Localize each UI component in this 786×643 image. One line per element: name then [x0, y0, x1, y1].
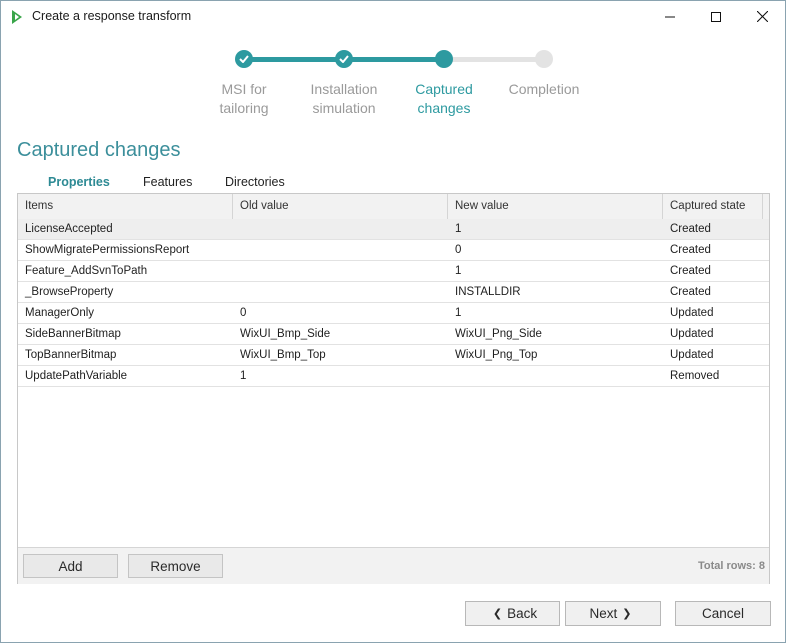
table-row[interactable]: ManagerOnly 0 1 Updated — [18, 303, 769, 324]
back-button-label: Back — [507, 606, 538, 621]
table-row[interactable]: LicenseAccepted 1 Created — [18, 219, 769, 240]
cell-old-value — [233, 240, 448, 260]
cell-item: UpdatePathVariable — [25, 370, 128, 382]
title-bar: Create a response transform — [1, 1, 785, 32]
step-4-indicator — [535, 50, 553, 68]
column-header-captured-state[interactable]: Captured state — [663, 194, 763, 219]
step-1-indicator — [235, 50, 253, 68]
cell-old-value: 1 — [240, 370, 247, 382]
cell-new-value: 1 — [455, 307, 462, 319]
column-header-new-value[interactable]: New value — [448, 194, 663, 219]
total-rows-label: Total rows: 8 — [697, 560, 765, 572]
chevron-left-icon: ❮ — [492, 608, 503, 620]
step-1-label: MSI for tailoring — [219, 81, 269, 116]
cell-item: SideBannerBitmap — [25, 328, 121, 340]
properties-table: Items Old value New value Captured state… — [17, 193, 770, 584]
cancel-button-label: Cancel — [701, 606, 745, 621]
cell-old-value: WixUI_Bmp_Side — [240, 328, 331, 340]
add-button[interactable]: Add — [23, 554, 118, 578]
column-header-items[interactable]: Items — [18, 194, 233, 219]
next-button-label: Next — [589, 606, 618, 621]
page-title: Captured changes — [17, 139, 181, 161]
dialog-window: Create a response transform MSI for tailo… — [0, 0, 786, 643]
cell-new-value: WixUI_Png_Top — [455, 349, 538, 361]
cell-old-value: 0 — [240, 307, 247, 319]
cell-item: _BrowseProperty — [25, 286, 114, 298]
table-row[interactable]: TopBannerBitmap WixUI_Bmp_Top WixUI_Png_… — [18, 345, 769, 366]
step-3-label: Captured changes — [415, 81, 473, 116]
table-row[interactable]: ShowMigratePermissionsReport 0 Created — [18, 240, 769, 261]
close-icon — [756, 11, 768, 22]
window-title: Create a response transform — [32, 9, 192, 23]
next-button[interactable]: Next ❯ — [565, 601, 661, 626]
table-header: Items Old value New value Captured state — [18, 194, 769, 220]
cell-new-value: 0 — [455, 244, 462, 256]
cell-captured-state: Created — [670, 265, 711, 277]
cell-old-value — [233, 261, 448, 281]
minimize-icon — [665, 16, 675, 17]
tab-directories[interactable]: Directories — [225, 175, 285, 189]
remove-button[interactable]: Remove — [128, 554, 223, 578]
step-3-indicator — [435, 50, 453, 68]
cell-captured-state: Updated — [670, 328, 714, 340]
cell-new-value: 1 — [455, 223, 462, 235]
back-button[interactable]: ❮ Back — [465, 601, 560, 626]
chevron-right-icon: ❯ — [622, 608, 632, 620]
cell-item: Feature_AddSvnToPath — [25, 265, 148, 277]
cell-item: LicenseAccepted — [25, 223, 113, 235]
table-row[interactable]: Feature_AddSvnToPath 1 Created — [18, 261, 769, 282]
cell-item: ManagerOnly — [25, 307, 95, 319]
column-header-old-value[interactable]: Old value — [233, 194, 448, 219]
checkmark-icon — [339, 55, 349, 63]
cell-captured-state: Updated — [670, 307, 714, 319]
step-2-label: Installation simulation — [310, 81, 378, 116]
cell-captured-state: Removed — [670, 370, 720, 382]
maximize-icon — [711, 11, 721, 22]
cell-captured-state: Updated — [670, 349, 714, 361]
cell-item: ShowMigratePermissionsReport — [25, 244, 190, 256]
table-row[interactable]: _BrowseProperty INSTALLDIR Created — [18, 282, 769, 303]
cell-new-value: 1 — [455, 265, 462, 277]
maximize-button[interactable] — [693, 1, 739, 32]
table-body: LicenseAccepted 1 Created ShowMigratePer… — [18, 219, 769, 387]
cell-captured-state: Created — [670, 244, 711, 256]
cell-new-value: WixUI_Png_Side — [455, 328, 542, 340]
cell-captured-state: Created — [670, 286, 711, 298]
cell-item: TopBannerBitmap — [25, 349, 117, 361]
cell-old-value — [233, 282, 448, 302]
stepper-remaining-line — [444, 57, 544, 62]
minimize-button[interactable] — [647, 1, 693, 32]
table-footer: Add Remove Total rows: 8 — [18, 547, 769, 584]
checkmark-icon — [239, 55, 249, 63]
table-row[interactable]: SideBannerBitmap WixUI_Bmp_Side WixUI_Pn… — [18, 324, 769, 345]
table-row[interactable]: UpdatePathVariable 1 Removed — [18, 366, 769, 387]
cancel-button[interactable]: Cancel — [675, 601, 771, 626]
tab-features[interactable]: Features — [143, 175, 192, 189]
cell-new-value — [448, 366, 663, 386]
cell-old-value — [233, 219, 448, 239]
tab-properties[interactable]: Properties — [48, 175, 110, 189]
step-2-indicator — [335, 50, 353, 68]
cell-captured-state: Created — [670, 223, 711, 235]
cell-old-value: WixUI_Bmp_Top — [240, 349, 326, 361]
cell-new-value: INSTALLDIR — [455, 286, 521, 298]
app-logo-icon — [12, 10, 22, 24]
step-4-label: Completion — [508, 81, 580, 97]
close-button[interactable] — [739, 1, 785, 32]
